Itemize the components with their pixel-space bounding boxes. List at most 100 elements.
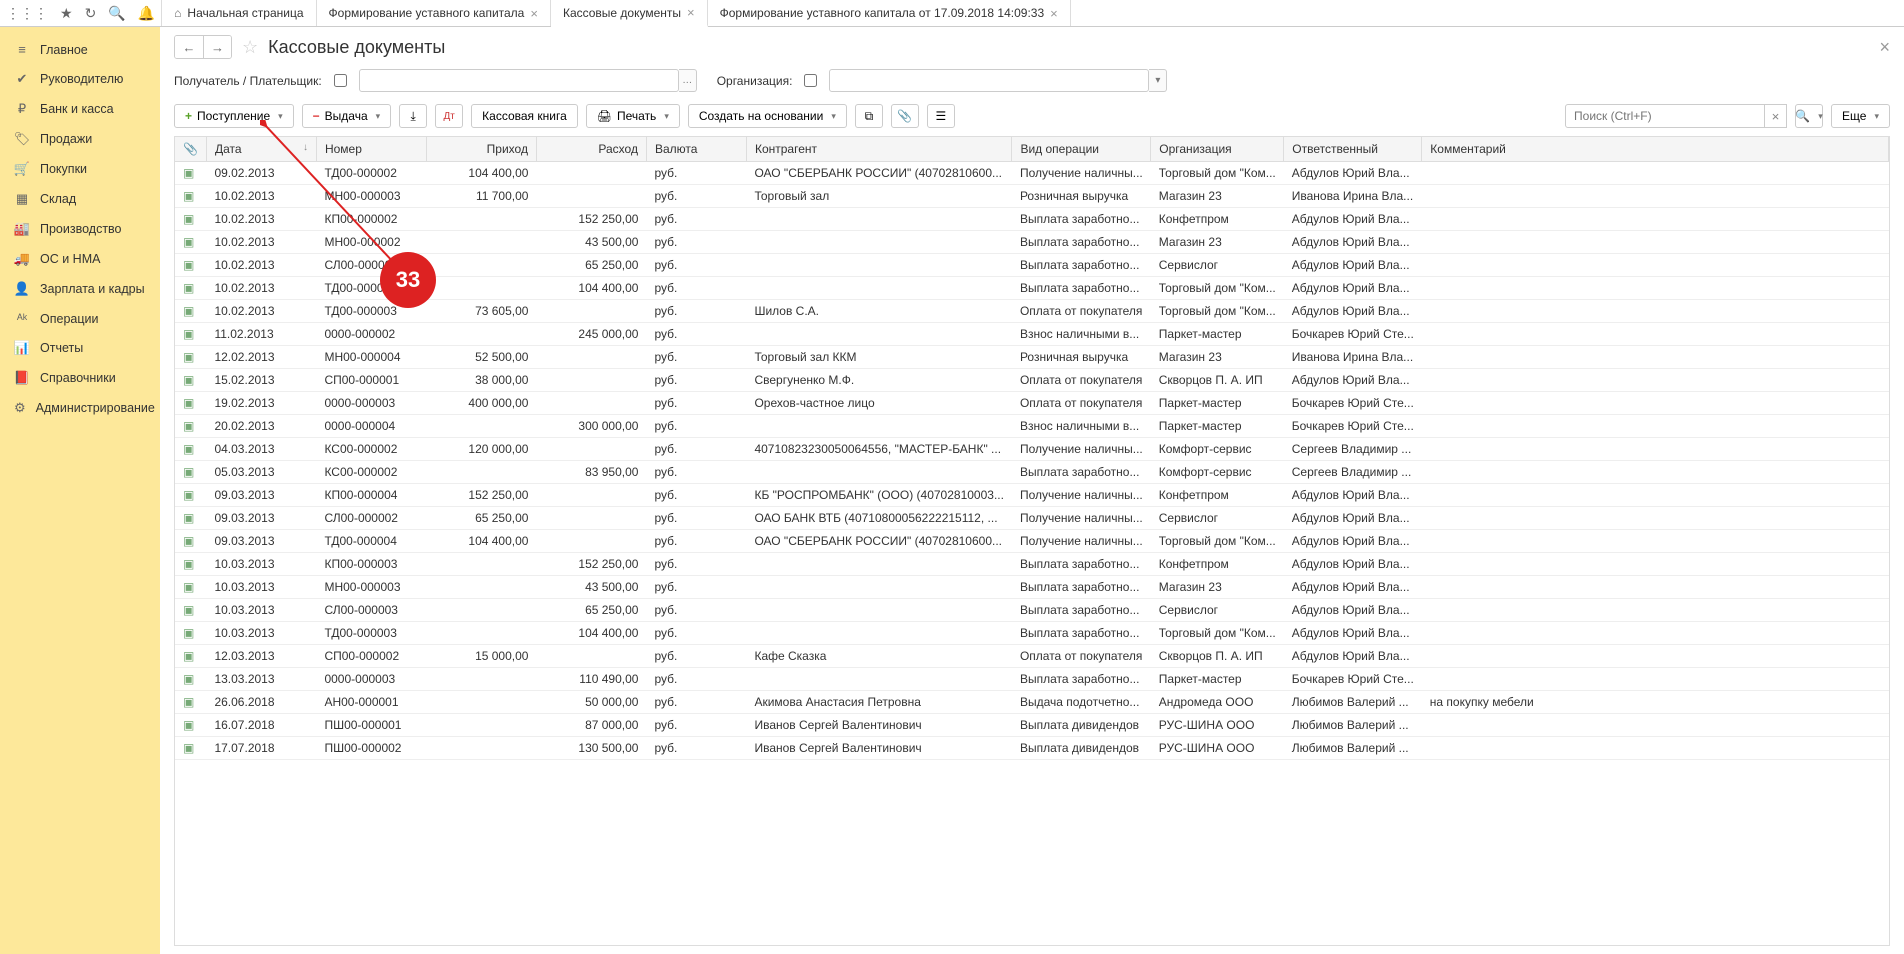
sidebar-item[interactable]: ▦Склад: [0, 184, 160, 214]
col-attach[interactable]: 📎: [175, 137, 206, 162]
table-row[interactable]: ▣09.03.2013КП00-000004152 250,00руб.КБ "…: [175, 484, 1889, 507]
table-row[interactable]: ▣09.02.2013ТД00-000002104 400,00руб.ОАО …: [175, 162, 1889, 185]
col-outcome[interactable]: Расход: [536, 137, 646, 162]
table-row[interactable]: ▣11.02.20130000-000002245 000,00руб.Взно…: [175, 323, 1889, 346]
dtkt-button[interactable]: Дт: [435, 104, 463, 128]
sidebar-item[interactable]: 📕Справочники: [0, 363, 160, 393]
sidebar-label: Главное: [40, 43, 88, 57]
col-currency[interactable]: Валюта: [646, 137, 746, 162]
sidebar-icon: 👤: [14, 281, 30, 297]
table-row[interactable]: ▣05.03.2013КС00-00000283 950,00руб.Выпла…: [175, 461, 1889, 484]
org-checkbox[interactable]: [804, 74, 817, 87]
cashbook-button[interactable]: Кассовая книга: [471, 104, 578, 128]
structure-button[interactable]: ⧉: [855, 104, 883, 128]
print-button[interactable]: 🖨 Печать▾: [586, 104, 680, 128]
col-operation[interactable]: Вид операции: [1012, 137, 1151, 162]
sidebar-item[interactable]: 🛒Покупки: [0, 154, 160, 184]
table-row[interactable]: ▣10.02.2013КП00-000002152 250,00руб.Выпл…: [175, 208, 1889, 231]
issue-button[interactable]: −Выдача▾: [302, 104, 392, 128]
search-global-icon[interactable]: 🔍: [108, 5, 125, 22]
receipt-button[interactable]: +Поступление▾: [174, 104, 294, 128]
org-dropdown-button[interactable]: ▾: [1149, 69, 1167, 92]
doc-status-icon: ▣: [183, 327, 194, 341]
search-clear-button[interactable]: ×: [1765, 104, 1787, 128]
sidebar-item[interactable]: 📊Отчеты: [0, 333, 160, 363]
sidebar-item[interactable]: 🏭Производство: [0, 214, 160, 244]
col-responsible[interactable]: Ответственный: [1284, 137, 1422, 162]
nav-arrows: ← →: [174, 35, 232, 59]
payer-more-button[interactable]: …: [679, 69, 697, 92]
col-number[interactable]: Номер: [316, 137, 426, 162]
payer-checkbox[interactable]: [334, 74, 347, 87]
print-label: Печать: [617, 109, 656, 123]
sidebar-item[interactable]: 🏷Продажи: [0, 124, 160, 154]
table-row[interactable]: ▣10.03.2013КП00-000003152 250,00руб.Выпл…: [175, 553, 1889, 576]
sidebar-icon: 📕: [14, 370, 30, 386]
history-icon[interactable]: ↻: [85, 5, 97, 22]
attach-button[interactable]: 📎: [891, 104, 919, 128]
create-based-button[interactable]: Создать на основании▾: [688, 104, 847, 128]
sidebar-icon: ⚙: [14, 400, 26, 416]
table-row[interactable]: ▣12.03.2013СП00-00000215 000,00руб.Кафе …: [175, 645, 1889, 668]
table-row[interactable]: ▣09.03.2013ТД00-000004104 400,00руб.ОАО …: [175, 530, 1889, 553]
table-row[interactable]: ▣04.03.2013КС00-000002120 000,00руб.4071…: [175, 438, 1889, 461]
table-row[interactable]: ▣12.02.2013МН00-00000452 500,00руб.Торго…: [175, 346, 1889, 369]
tab-close-icon[interactable]: ×: [687, 5, 695, 20]
doc-status-icon: ▣: [183, 419, 194, 433]
nav-forward-button[interactable]: →: [203, 36, 231, 58]
table-row[interactable]: ▣26.06.2018АН00-00000150 000,00руб.Акимо…: [175, 691, 1889, 714]
sidebar-item[interactable]: ≡Главное: [0, 35, 160, 64]
table-row[interactable]: ▣10.02.2013МН00-00000311 700,00руб.Торго…: [175, 185, 1889, 208]
table-row[interactable]: ▣17.07.2018ПШ00-000002130 500,00руб.Иван…: [175, 737, 1889, 760]
col-organization[interactable]: Организация: [1151, 137, 1284, 162]
table-row[interactable]: ▣10.02.2013ТД00-00000373 605,00руб.Шилов…: [175, 300, 1889, 323]
table-row[interactable]: ▣16.07.2018ПШ00-00000187 000,00руб.Ивано…: [175, 714, 1889, 737]
table-row[interactable]: ▣13.03.20130000-000003110 490,00руб.Выпл…: [175, 668, 1889, 691]
doc-status-icon: ▣: [183, 189, 194, 203]
table-row[interactable]: ▣10.02.2013МН00-00000243 500,00руб.Выпла…: [175, 231, 1889, 254]
table-row[interactable]: ▣10.03.2013МН00-00000343 500,00руб.Выпла…: [175, 576, 1889, 599]
table-wrap[interactable]: 📎 Дата↓ Номер Приход Расход Валюта Контр…: [174, 136, 1890, 946]
doc-status-icon: ▣: [183, 235, 194, 249]
table-row[interactable]: ▣10.03.2013СЛ00-00000365 250,00руб.Выпла…: [175, 599, 1889, 622]
tab-close-icon[interactable]: ×: [530, 6, 538, 21]
documents-table: 📎 Дата↓ Номер Приход Расход Валюта Контр…: [175, 137, 1889, 760]
doc-status-icon: ▣: [183, 442, 194, 456]
col-comment[interactable]: Комментарий: [1422, 137, 1889, 162]
envelope-button[interactable]: ☰: [927, 104, 955, 128]
org-input[interactable]: [829, 69, 1149, 92]
tab[interactable]: Формирование уставного капитала от 17.09…: [708, 0, 1071, 26]
tab[interactable]: Формирование уставного капитала×: [317, 0, 551, 26]
col-agent[interactable]: Контрагент: [746, 137, 1012, 162]
col-income[interactable]: Приход: [426, 137, 536, 162]
more-button[interactable]: Еще▾: [1831, 104, 1890, 128]
table-row[interactable]: ▣10.02.2013СЛ00-00000265 250,00руб.Выпла…: [175, 254, 1889, 277]
sidebar-item[interactable]: ⚙Администрирование: [0, 393, 160, 423]
sidebar-item[interactable]: ₽Банк и касса: [0, 94, 160, 124]
table-row[interactable]: ▣09.03.2013СЛ00-00000265 250,00руб.ОАО Б…: [175, 507, 1889, 530]
col-date[interactable]: Дата↓: [206, 137, 316, 162]
table-row[interactable]: ▣10.03.2013ТД00-000003104 400,00руб.Выпл…: [175, 622, 1889, 645]
tab[interactable]: Кассовые документы×: [551, 0, 708, 27]
sidebar-item[interactable]: ✔Руководителю: [0, 64, 160, 94]
search-input[interactable]: [1565, 104, 1765, 128]
load-button[interactable]: ⤓: [399, 104, 427, 128]
tab[interactable]: ⌂Начальная страница: [162, 0, 316, 26]
table-row[interactable]: ▣20.02.20130000-000004300 000,00руб.Взно…: [175, 415, 1889, 438]
close-page-button[interactable]: ×: [1879, 37, 1890, 58]
notifications-icon[interactable]: 🔔: [138, 5, 155, 22]
search-wrap: ×: [1565, 104, 1787, 128]
tab-close-icon[interactable]: ×: [1050, 6, 1058, 21]
payer-input[interactable]: [359, 69, 679, 92]
find-button[interactable]: 🔍▾: [1795, 104, 1823, 128]
sidebar-item[interactable]: 👤Зарплата и кадры: [0, 274, 160, 304]
sidebar-item[interactable]: ᴬᵏОперации: [0, 304, 160, 333]
apps-icon[interactable]: ⋮⋮⋮: [6, 5, 48, 22]
favorite-icon[interactable]: ★: [60, 5, 73, 22]
star-icon[interactable]: ☆: [242, 37, 258, 58]
table-row[interactable]: ▣15.02.2013СП00-00000138 000,00руб.Сверг…: [175, 369, 1889, 392]
sidebar-item[interactable]: 🚚ОС и НМА: [0, 244, 160, 274]
nav-back-button[interactable]: ←: [175, 36, 203, 58]
table-row[interactable]: ▣10.02.2013ТД00-000002104 400,00руб.Выпл…: [175, 277, 1889, 300]
table-row[interactable]: ▣19.02.20130000-000003400 000,00руб.Орех…: [175, 392, 1889, 415]
